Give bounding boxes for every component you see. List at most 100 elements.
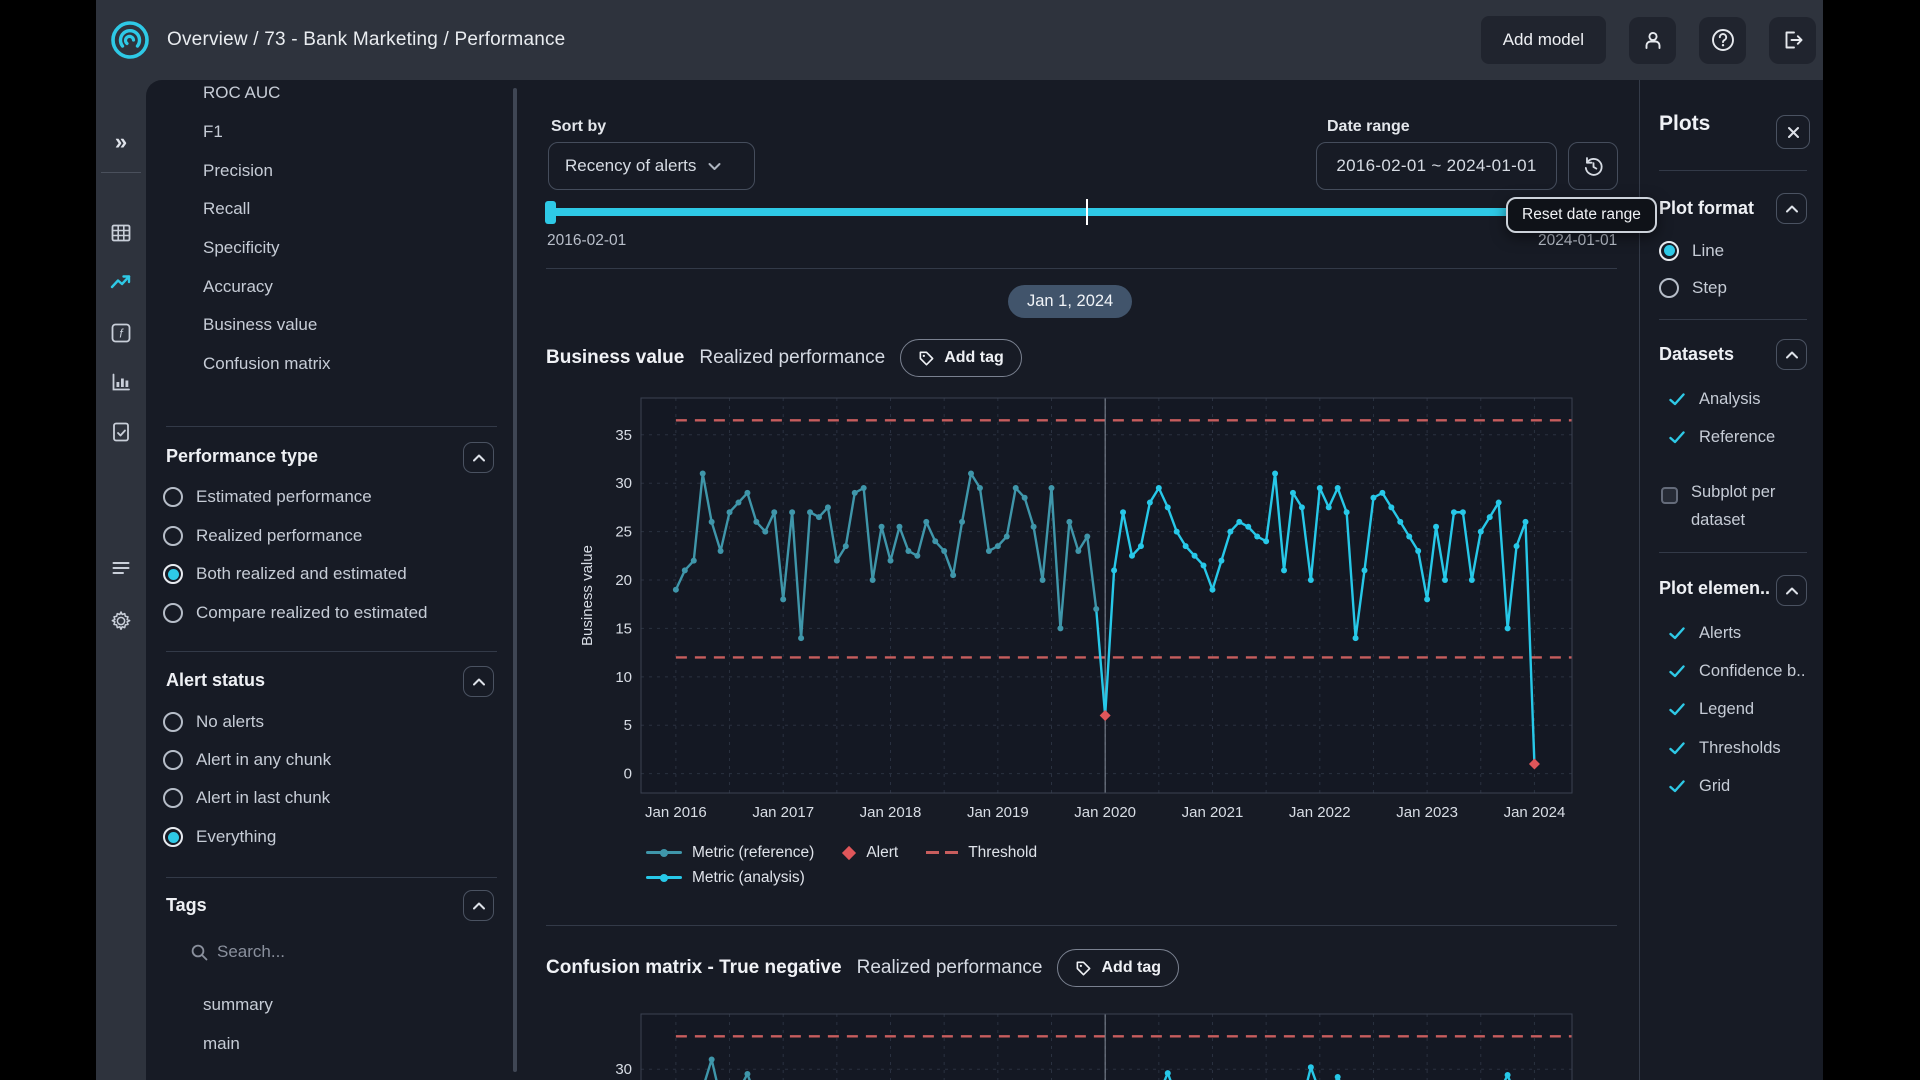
logs-icon[interactable]	[110, 557, 132, 579]
user-profile-button[interactable]	[1629, 17, 1676, 64]
tag-item-summary[interactable]: summary	[203, 995, 273, 1015]
metric-item-confusion-matrix[interactable]: Confusion matrix	[203, 345, 331, 384]
add-model-button[interactable]: Add model	[1481, 16, 1606, 64]
bar-chart-icon[interactable]	[110, 371, 132, 393]
radio-step-format[interactable]: Step	[1659, 275, 1727, 300]
metric-item-specificity[interactable]: Specificity	[203, 229, 331, 268]
help-button[interactable]	[1699, 17, 1746, 64]
table-view-icon[interactable]	[110, 222, 132, 244]
svg-text:Jan 2018: Jan 2018	[860, 804, 922, 821]
report-check-icon[interactable]	[110, 421, 132, 443]
chevron-up-icon	[473, 454, 485, 462]
subplot-per-dataset-checkbox[interactable]: Subplot per dataset	[1661, 478, 1803, 534]
metric-item-accuracy[interactable]: Accuracy	[203, 267, 331, 306]
element-thresholds-toggle[interactable]: Thresholds	[1669, 736, 1781, 761]
performance-trend-icon[interactable]	[109, 271, 133, 295]
sort-by-value: Recency of alerts	[565, 156, 696, 176]
topbar: Overview / 73 - Bank Marketing / Perform…	[96, 0, 1823, 80]
expand-sidebar-icon[interactable]: »	[115, 129, 127, 155]
sort-by-dropdown[interactable]: Recency of alerts	[548, 142, 755, 190]
sort-by-label: Sort by	[551, 118, 606, 136]
element-grid-toggle[interactable]: Grid	[1669, 774, 1730, 799]
legend-item-analysis[interactable]: Metric (analysis)	[646, 869, 805, 887]
radio-everything[interactable]: Everything	[163, 824, 276, 850]
settings-gear-icon[interactable]	[110, 610, 133, 633]
legend-item-threshold[interactable]: Threshold	[926, 844, 1037, 862]
collapse-datasets-button[interactable]	[1776, 339, 1807, 370]
sidebar-scrollbar[interactable]	[513, 88, 517, 1072]
radio-estimated-performance[interactable]: Estimated performance	[163, 484, 372, 510]
svg-text:10: 10	[615, 669, 632, 686]
slider-left-handle[interactable]	[545, 201, 556, 224]
tag-search-input[interactable]	[217, 942, 417, 962]
reset-date-range-tooltip: Reset date range	[1506, 197, 1657, 233]
analysis-line-swatch	[646, 876, 682, 879]
date-range-slider[interactable]	[547, 208, 1617, 216]
reset-date-range-button[interactable]	[1568, 142, 1618, 190]
svg-text:Jan 2017: Jan 2017	[752, 804, 814, 821]
divider	[1659, 319, 1807, 320]
metric-item-roc-auc[interactable]: ROC AUC	[203, 80, 331, 113]
divider	[166, 877, 497, 878]
svg-text:15: 15	[615, 620, 632, 637]
add-tag-button[interactable]: Add tag	[900, 339, 1022, 377]
element-legend-toggle[interactable]: Legend	[1669, 697, 1754, 722]
chevron-up-icon	[1786, 205, 1798, 213]
radio-circle	[1659, 278, 1679, 298]
selected-date-chip[interactable]: Jan 1, 2024	[1008, 285, 1132, 318]
logout-icon	[1781, 28, 1805, 52]
radio-realized-performance[interactable]: Realized performance	[163, 523, 362, 549]
svg-text:35: 35	[615, 427, 632, 444]
divider	[166, 651, 497, 652]
user-icon	[1641, 28, 1665, 52]
dataset-analysis-toggle[interactable]: Analysis	[1669, 387, 1760, 412]
collapse-plot-elements-button[interactable]	[1776, 575, 1807, 606]
element-alerts-toggle[interactable]: Alerts	[1669, 621, 1741, 646]
svg-text:Jan 2020: Jan 2020	[1074, 804, 1136, 821]
plot-format-header: Plot format	[1659, 198, 1754, 219]
collapse-tags-button[interactable]	[463, 890, 494, 921]
threshold-dash-swatch	[926, 851, 958, 854]
breadcrumb[interactable]: Overview / 73 - Bank Marketing / Perform…	[167, 29, 565, 51]
chevron-up-icon	[1786, 587, 1798, 595]
business-value-chart[interactable]: 05101520253035Jan 2016Jan 2017Jan 2018Ja…	[572, 392, 1592, 828]
metric-item-f1[interactable]: F1	[203, 113, 331, 152]
legend-item-alert[interactable]: Alert	[842, 844, 898, 862]
svg-text:Jan 2024: Jan 2024	[1504, 804, 1566, 821]
radio-compare-realized-to-estimated[interactable]: Compare realized to estimated	[163, 600, 428, 626]
radio-circle-selected	[163, 827, 183, 847]
element-confidence-bands-toggle[interactable]: Confidence b..	[1669, 659, 1805, 684]
plots-panel-title: Plots	[1659, 112, 1710, 136]
confusion-matrix-true-negative-chart[interactable]: 30	[572, 1012, 1592, 1080]
collapse-performance-type-button[interactable]	[463, 442, 494, 473]
tag-icon	[918, 350, 935, 367]
metric-item-precision[interactable]: Precision	[203, 151, 331, 190]
metric-list: ROC AUC F1 Precision Recall Specificity …	[203, 80, 331, 384]
close-plots-panel-button[interactable]	[1776, 115, 1810, 149]
radio-both-realized-and-estimated[interactable]: Both realized and estimated	[163, 561, 407, 587]
collapse-plot-format-button[interactable]	[1776, 193, 1807, 224]
slider-start-label: 2016-02-01	[547, 232, 626, 250]
dataset-reference-toggle[interactable]: Reference	[1669, 425, 1775, 450]
nannyml-logo-icon[interactable]	[109, 19, 151, 61]
legend-item-reference[interactable]: Metric (reference)	[646, 844, 814, 862]
datasets-header: Datasets	[1659, 344, 1734, 365]
add-tag-button[interactable]: Add tag	[1057, 949, 1179, 987]
svg-text:5: 5	[624, 717, 632, 734]
collapse-alert-status-button[interactable]	[463, 666, 494, 697]
radio-line-format[interactable]: Line	[1659, 238, 1724, 263]
radio-alert-in-last-chunk[interactable]: Alert in last chunk	[163, 785, 330, 811]
chevron-up-icon	[473, 902, 485, 910]
slider-current-position-marker[interactable]	[1086, 199, 1088, 225]
performance-type-header: Performance type	[166, 446, 318, 467]
alert-status-header: Alert status	[166, 670, 265, 691]
tag-item-main[interactable]: main	[203, 1034, 240, 1054]
radio-no-alerts[interactable]: No alerts	[163, 709, 264, 735]
tag-icon	[1075, 960, 1092, 977]
metric-item-business-value[interactable]: Business value	[203, 306, 331, 345]
logout-button[interactable]	[1769, 17, 1816, 64]
radio-alert-in-any-chunk[interactable]: Alert in any chunk	[163, 747, 331, 773]
date-range-input[interactable]: 2016-02-01 ~ 2024-01-01	[1316, 142, 1557, 190]
function-icon[interactable]: f	[110, 322, 132, 344]
metric-item-recall[interactable]: Recall	[203, 190, 331, 229]
